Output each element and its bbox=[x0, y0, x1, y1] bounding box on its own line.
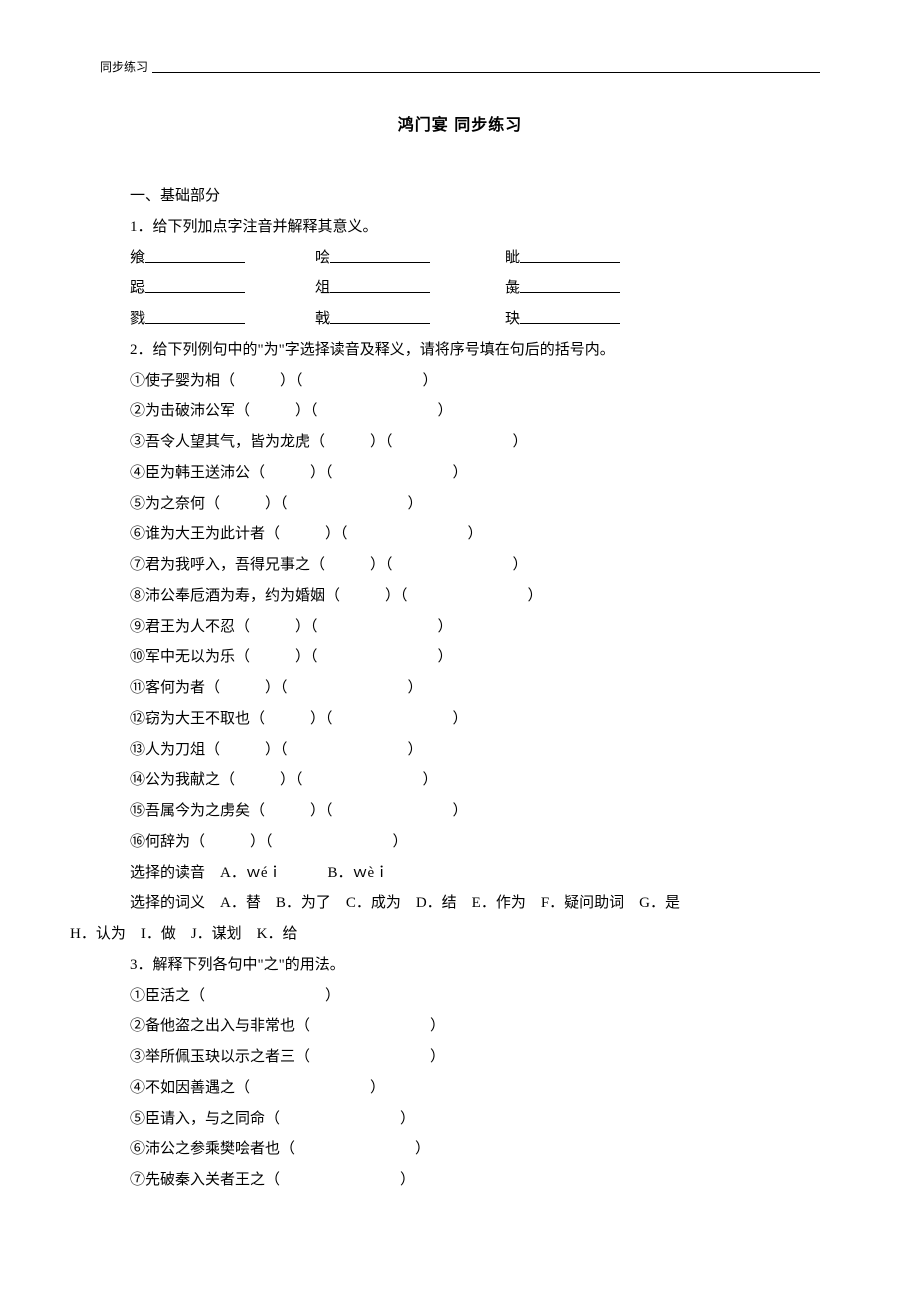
q3-item: ④不如因善遇之（ ） bbox=[100, 1073, 820, 1104]
q1-char: 眦 bbox=[505, 250, 520, 266]
blank-line bbox=[330, 248, 430, 263]
q3-item: ③举所佩玉玦以示之者三（ ） bbox=[100, 1042, 820, 1073]
q1-char: 跽 bbox=[130, 280, 145, 296]
blank-line bbox=[520, 248, 620, 263]
page-header: 同步练习 bbox=[100, 58, 820, 75]
q2-pron-choices: 选择的读音 A．ｗéｉ B．ｗèｉ bbox=[100, 858, 820, 889]
q1-char: 玦 bbox=[505, 311, 520, 327]
q2-item: ⑪客何为者（ ）（ ） bbox=[100, 673, 820, 704]
q3-item: ⑥沛公之参乘樊哙者也（ ） bbox=[100, 1134, 820, 1165]
q3-item: ⑤臣请入，与之同命（ ） bbox=[100, 1104, 820, 1135]
q2-item: ⑦君为我呼入，吾得兄事之（ ）（ ） bbox=[100, 550, 820, 581]
q2-item: ③吾令人望其气，皆为龙虎（ ）（ ） bbox=[100, 427, 820, 458]
page-container: 同步练习 鸿门宴 同步练习 一、基础部分 1．给下列加点字注音并解释其意义。 飨… bbox=[0, 0, 920, 1236]
q2-meaning-choices-2: H．认为 I．做 J．谋划 K．给 bbox=[70, 919, 820, 950]
q3-item: ⑦先破秦入关者王之（ ） bbox=[100, 1165, 820, 1196]
q1-char: 俎 bbox=[315, 280, 330, 296]
q2-item: ②为击破沛公军（ ）（ ） bbox=[100, 396, 820, 427]
blank-line bbox=[330, 309, 430, 324]
q1-char: 戮 bbox=[130, 311, 145, 327]
q1-row-3: 戮 戟 玦 bbox=[100, 304, 820, 335]
q2-item: ⑤为之奈何（ ）（ ） bbox=[100, 489, 820, 520]
q1-char: 飨 bbox=[130, 250, 145, 266]
q2-item: ⑮吾属今为之虏矣（ ）（ ） bbox=[100, 796, 820, 827]
page-title: 鸿门宴 同步练习 bbox=[100, 111, 820, 135]
blank-line bbox=[520, 309, 620, 324]
q2-item: ①使子婴为相（ ）（ ） bbox=[100, 366, 820, 397]
q3-prompt: 3．解释下列各句中"之"的用法。 bbox=[100, 950, 820, 981]
q1-char: 彘 bbox=[505, 280, 520, 296]
q2-item: ⑭公为我献之（ ）（ ） bbox=[100, 765, 820, 796]
q1-row-1: 飨 哙 眦 bbox=[100, 243, 820, 274]
q1-char: 戟 bbox=[315, 311, 330, 327]
q3-item: ②备他盗之出入与非常也（ ） bbox=[100, 1011, 820, 1042]
q2-item: ⑬人为刀俎（ ）（ ） bbox=[100, 735, 820, 766]
section-heading: 一、基础部分 bbox=[100, 181, 820, 212]
blank-line bbox=[145, 248, 245, 263]
q2-prompt: 2．给下列例句中的"为"字选择读音及释义，请将序号填在句后的括号内。 bbox=[100, 335, 820, 366]
blank-line bbox=[330, 278, 430, 293]
q1-row-2: 跽 俎 彘 bbox=[100, 273, 820, 304]
q2-item: ⑥谁为大王为此计者（ ）（ ） bbox=[100, 519, 820, 550]
header-label: 同步练习 bbox=[100, 58, 148, 75]
blank-line bbox=[145, 309, 245, 324]
q2-item: ④臣为韩王送沛公（ ）（ ） bbox=[100, 458, 820, 489]
blank-line bbox=[520, 278, 620, 293]
q2-item: ⑨君王为人不忍（ ）（ ） bbox=[100, 612, 820, 643]
q2-item: ⑫窃为大王不取也（ ）（ ） bbox=[100, 704, 820, 735]
q2-item: ⑩军中无以为乐（ ）（ ） bbox=[100, 642, 820, 673]
blank-line bbox=[145, 278, 245, 293]
q2-meaning-choices-1: 选择的词义 A．替 B．为了 C．成为 D．结 E．作为 F．疑问助词 G．是 bbox=[100, 888, 820, 919]
q3-item: ①臣活之（ ） bbox=[100, 981, 820, 1012]
q2-item: ⑧沛公奉卮酒为寿，约为婚姻（ ）（ ） bbox=[100, 581, 820, 612]
q2-item: ⑯何辞为（ ）（ ） bbox=[100, 827, 820, 858]
header-rule bbox=[152, 72, 820, 73]
q1-prompt: 1．给下列加点字注音并解释其意义。 bbox=[100, 212, 820, 243]
q1-char: 哙 bbox=[315, 250, 330, 266]
